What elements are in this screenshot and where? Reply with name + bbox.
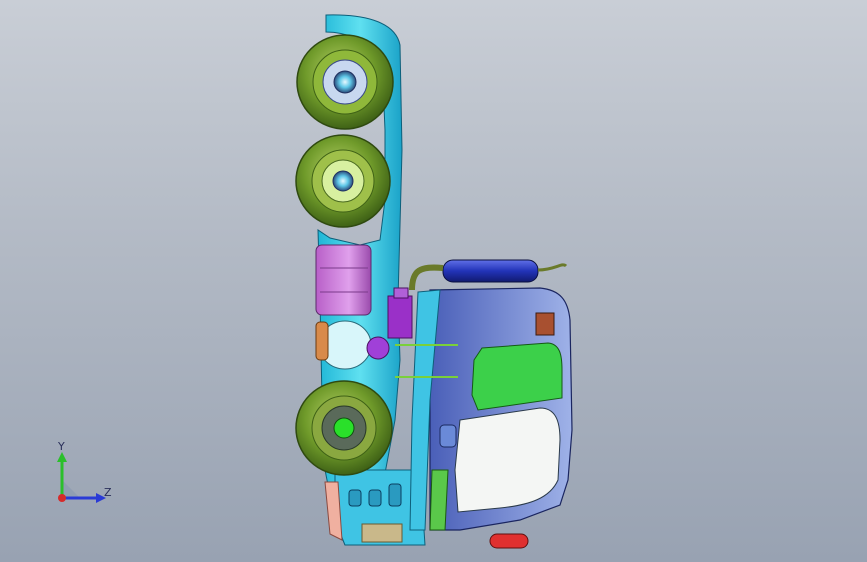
battery-box [387,295,413,339]
roof-pipe-right [537,263,568,272]
roof-tank [442,259,539,283]
cab-handle [439,424,457,448]
exhaust-cylinder [489,533,529,549]
cab-side-window [471,342,563,411]
rear-wheel-2 [295,134,391,228]
cad-viewport[interactable]: Y Z [0,0,867,562]
rust-part [315,321,329,361]
cab-green-strip [429,469,449,531]
front-wheel [295,380,393,476]
axis-y-label: Y [58,440,65,453]
roof-pipe-left [409,264,444,291]
rear-wheel-1 [296,34,394,130]
bumper-slot-1 [348,489,362,507]
orientation-triad[interactable]: Y Z [50,440,120,510]
truck-model[interactable] [0,0,867,562]
axis-z-label: Z [104,486,112,499]
purple-sphere [366,336,390,360]
bumper-slot-2 [368,489,382,507]
bumper-slot-3 [388,483,402,507]
bumper-plate [361,523,403,543]
fuel-tank-purple [315,244,372,316]
cab-door-panel [454,407,561,513]
cab-vent-grille [535,312,555,336]
